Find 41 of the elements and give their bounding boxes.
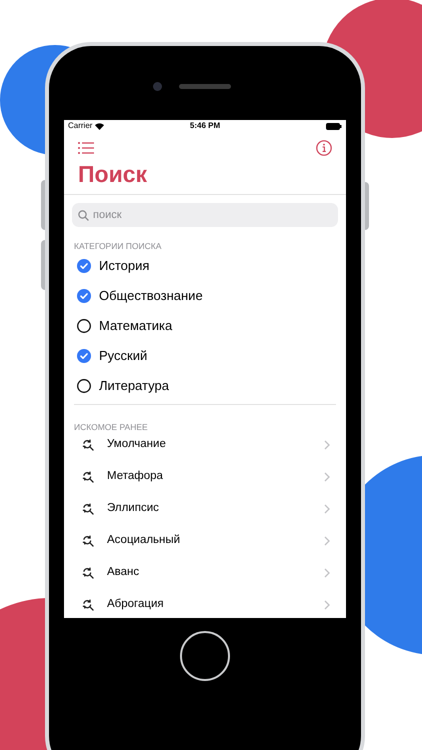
category-label: История (99, 257, 150, 276)
recent-search-item[interactable]: Аброгация (64, 589, 346, 618)
search-refresh-icon (82, 503, 94, 515)
search-refresh-icon (82, 567, 94, 579)
search-refresh-icon (82, 599, 94, 611)
search-field[interactable]: поиск (72, 203, 338, 227)
recent-search-item[interactable]: Аванс (64, 557, 346, 589)
empty-circle-icon[interactable] (77, 379, 91, 393)
chevron-right-icon (324, 600, 330, 610)
page-title: Поиск (78, 161, 148, 187)
checked-circle-icon[interactable] (77, 259, 91, 273)
empty-circle-icon[interactable] (77, 319, 91, 333)
chevron-right-icon (324, 536, 330, 546)
recent-search-item[interactable]: Асоциальный (64, 525, 346, 557)
search-refresh-icon (82, 471, 94, 483)
battery-icon (326, 122, 342, 130)
category-label: Математика (99, 317, 172, 336)
search-refresh-icon (82, 535, 94, 547)
chevron-right-icon (324, 504, 330, 514)
checked-circle-icon[interactable] (77, 349, 91, 363)
list-icon[interactable] (78, 142, 94, 154)
speaker-slot (179, 84, 231, 89)
carrier-label: Carrier (68, 120, 92, 132)
recent-search-item[interactable]: Метафора (64, 461, 346, 493)
search-refresh-icon (82, 439, 94, 451)
section-header: ИСКОМОЕ РАНЕЕ (74, 422, 148, 432)
checked-circle-icon[interactable] (77, 289, 91, 303)
wifi-icon (95, 122, 104, 130)
recent-search-item[interactable]: Умолчание (64, 429, 346, 461)
category-label: Литература (99, 377, 169, 396)
chevron-right-icon (324, 472, 330, 482)
category-label: Русский (99, 347, 148, 366)
search-icon (78, 210, 89, 220)
chevron-right-icon (324, 568, 330, 578)
info-icon[interactable] (316, 140, 332, 156)
chevron-right-icon (324, 440, 330, 450)
status-time: 5:46 PM (190, 120, 220, 132)
category-label: Обществознание (99, 287, 203, 306)
section-header: КАТЕГОРИИ ПОИСКА (74, 241, 162, 251)
home-button[interactable] (180, 631, 230, 681)
recent-search-item[interactable]: Эллипсис (64, 493, 346, 525)
